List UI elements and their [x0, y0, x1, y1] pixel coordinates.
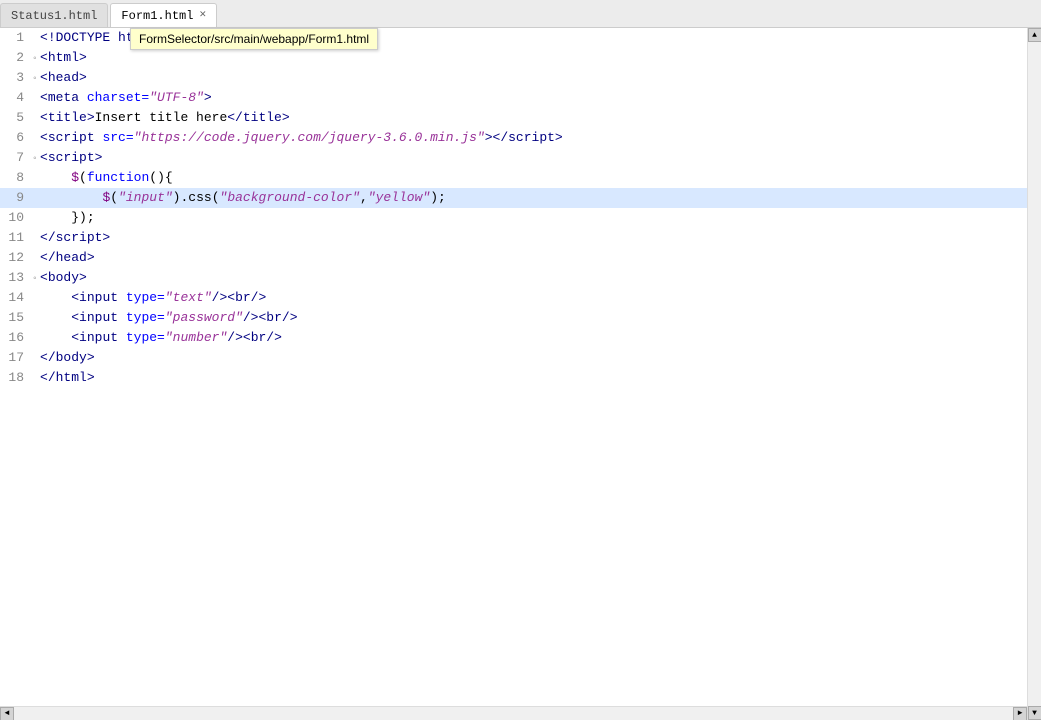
line-num-12: 12 [0, 248, 32, 268]
line-num-17: 17 [0, 348, 32, 368]
line-content-11: </script> [40, 228, 1027, 248]
tab-form1[interactable]: Form1.html ✕ [110, 3, 217, 27]
line-content-12: </head> [40, 248, 1027, 268]
scroll-left-arrow[interactable]: ◄ [0, 707, 14, 720]
horizontal-scrollbar[interactable]: ◄ ► [0, 706, 1027, 720]
code-line-7: 7 ◦ <script> [0, 148, 1027, 168]
code-line-17: 17 </body> [0, 348, 1027, 368]
scroll-right-arrow[interactable]: ► [1013, 707, 1027, 720]
line-num-18: 18 [0, 368, 32, 388]
tab-form1-label: Form1.html [121, 9, 193, 23]
line-content-8: $(function(){ [40, 168, 1027, 188]
code-line-11: 11 </script> [0, 228, 1027, 248]
code-line-10: 10 }); [0, 208, 1027, 228]
file-path-tooltip: FormSelector/src/main/webapp/Form1.html [130, 28, 378, 50]
code-line-6: 6 <script src="https://code.jquery.com/j… [0, 128, 1027, 148]
line-num-15: 15 [0, 308, 32, 328]
line-num-11: 11 [0, 228, 32, 248]
close-tab-icon[interactable]: ✕ [199, 10, 206, 21]
code-line-5: 5 <title>Insert title here</title> [0, 108, 1027, 128]
line-content-18: </html> [40, 368, 1027, 388]
scroll-up-arrow[interactable]: ▲ [1028, 28, 1041, 42]
line-num-14: 14 [0, 288, 32, 308]
line-content-13: <body> [40, 268, 1027, 288]
line-content-16: <input type="number"/><br/> [40, 328, 1027, 348]
line-num-4: 4 [0, 88, 32, 108]
line-num-2: 2 [0, 48, 32, 68]
empty-space [0, 388, 1027, 706]
code-line-18: 18 </html> [0, 368, 1027, 388]
h-scroll-track[interactable] [14, 707, 1013, 720]
code-line-2: 2 ◦ <html> [0, 48, 1027, 68]
line-num-10: 10 [0, 208, 32, 228]
editor-container: 1 <!DOCTYPE html> 2 ◦ <html> 3 ◦ <head> … [0, 28, 1041, 720]
line-content-14: <input type="text"/><br/> [40, 288, 1027, 308]
scroll-down-arrow[interactable]: ▼ [1028, 706, 1041, 720]
code-line-14: 14 <input type="text"/><br/> [0, 288, 1027, 308]
vertical-scrollbar[interactable]: ▲ ▼ [1027, 28, 1041, 720]
code-line-15: 15 <input type="password"/><br/> [0, 308, 1027, 328]
line-content-4: <meta charset="UTF-8"> [40, 88, 1027, 108]
line-num-9: 9 [0, 188, 32, 208]
line-content-10: }); [40, 208, 1027, 228]
line-num-1: 1 [0, 28, 32, 48]
line-content-17: </body> [40, 348, 1027, 368]
line-num-7: 7 [0, 148, 32, 168]
line-content-7: <script> [40, 148, 1027, 168]
line-content-9: $("input").css("background-color","yello… [40, 188, 1027, 208]
line-num-16: 16 [0, 328, 32, 348]
code-line-16: 16 <input type="number"/><br/> [0, 328, 1027, 348]
line-num-13: 13 [0, 268, 32, 288]
line-content-6: <script src="https://code.jquery.com/jqu… [40, 128, 1027, 148]
line-num-6: 6 [0, 128, 32, 148]
line-content-3: <head> [40, 68, 1027, 88]
line-content-15: <input type="password"/><br/> [40, 308, 1027, 328]
v-scroll-track[interactable] [1028, 42, 1041, 706]
code-line-12: 12 </head> [0, 248, 1027, 268]
code-line-13: 13 ◦ <body> [0, 268, 1027, 288]
code-line-8: 8 $(function(){ [0, 168, 1027, 188]
line-num-8: 8 [0, 168, 32, 188]
tab-bar: Status1.html Form1.html ✕ FormSelector/s… [0, 0, 1041, 28]
line-content-2: <html> [40, 48, 1027, 68]
line-content-5: <title>Insert title here</title> [40, 108, 1027, 128]
code-line-9: 9 $("input").css("background-color","yel… [0, 188, 1027, 208]
code-area: 1 <!DOCTYPE html> 2 ◦ <html> 3 ◦ <head> … [0, 28, 1027, 720]
line-num-5: 5 [0, 108, 32, 128]
code-line-4: 4 <meta charset="UTF-8"> [0, 88, 1027, 108]
line-num-3: 3 [0, 68, 32, 88]
tab-status1[interactable]: Status1.html [0, 3, 108, 27]
code-line-3: 3 ◦ <head> [0, 68, 1027, 88]
tab-status1-label: Status1.html [11, 9, 97, 23]
